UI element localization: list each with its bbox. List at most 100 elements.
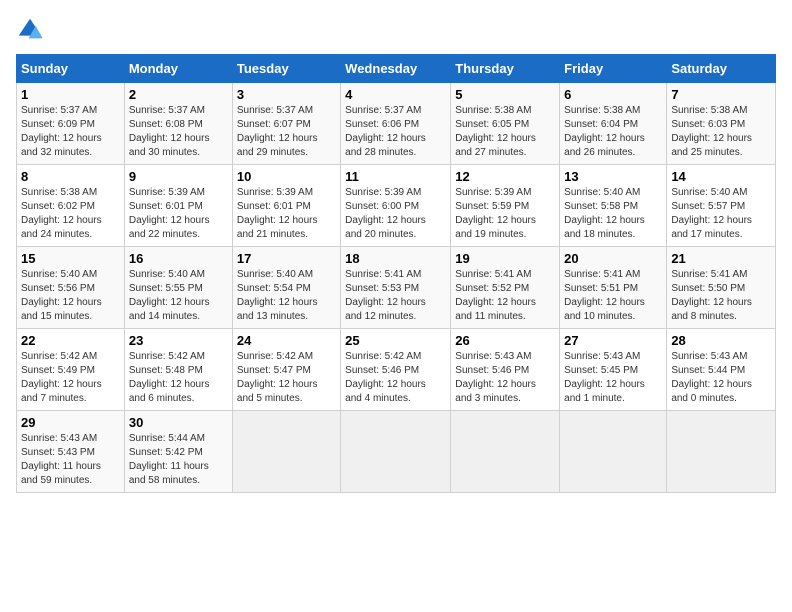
- day-number: 1: [21, 87, 120, 102]
- calendar-day-cell: 21Sunrise: 5:41 AM Sunset: 5:50 PM Dayli…: [667, 247, 776, 329]
- day-info: Sunrise: 5:39 AM Sunset: 6:00 PM Dayligh…: [345, 186, 446, 242]
- day-number: 20: [564, 251, 662, 266]
- calendar-day-cell: 12Sunrise: 5:39 AM Sunset: 5:59 PM Dayli…: [451, 165, 560, 247]
- calendar-day-cell: 5 Sunrise: 5:38 AM Sunset: 6:05 PM Daylig…: [451, 83, 560, 165]
- calendar-day-cell: 25 Sunrise: 5:42 AM Sunset: 5:46 PM Dayli…: [341, 329, 451, 411]
- day-number: 27: [564, 333, 662, 348]
- day-number: 16: [129, 251, 228, 266]
- calendar-day-cell: 24 Sunrise: 5:42 AM Sunset: 5:47 PM Dayli…: [232, 329, 340, 411]
- day-info: Sunrise: 5:40 AM Sunset: 5:56 PM Dayligh…: [21, 268, 120, 324]
- day-number: 23: [129, 333, 228, 348]
- day-info: Sunrise: 5:38 AM Sunset: 6:02 PM Dayligh…: [21, 186, 120, 242]
- calendar-day-cell: 16Sunrise: 5:40 AM Sunset: 5:55 PM Dayli…: [124, 247, 232, 329]
- calendar-day-cell: [451, 411, 560, 493]
- day-info: Sunrise: 5:43 AM Sunset: 5:46 PM Dayligh…: [455, 350, 555, 406]
- col-header-tuesday: Tuesday: [232, 55, 340, 83]
- col-header-sunday: Sunday: [17, 55, 125, 83]
- calendar-day-cell: 26 Sunrise: 5:43 AM Sunset: 5:46 PM Dayli…: [451, 329, 560, 411]
- calendar-day-cell: 4 Sunrise: 5:37 AM Sunset: 6:06 PM Daylig…: [341, 83, 451, 165]
- calendar-table: SundayMondayTuesdayWednesdayThursdayFrid…: [16, 54, 776, 493]
- day-number: 10: [237, 169, 336, 184]
- calendar-day-cell: 18 Sunrise: 5:41 AM Sunset: 5:53 PM Dayli…: [341, 247, 451, 329]
- calendar-week-row: 22 Sunrise: 5:42 AM Sunset: 5:49 PM Dayli…: [17, 329, 776, 411]
- calendar-day-cell: 3Sunrise: 5:37 AM Sunset: 6:07 PM Daylig…: [232, 83, 340, 165]
- day-number: 29: [21, 415, 120, 430]
- day-info: Sunrise: 5:40 AM Sunset: 5:57 PM Dayligh…: [671, 186, 771, 242]
- day-info: Sunrise: 5:39 AM Sunset: 6:01 PM Dayligh…: [129, 186, 228, 242]
- day-number: 19: [455, 251, 555, 266]
- calendar-week-row: 1 Sunrise: 5:37 AM Sunset: 6:09 PM Daylig…: [17, 83, 776, 165]
- calendar-day-cell: 9Sunrise: 5:39 AM Sunset: 6:01 PM Daylig…: [124, 165, 232, 247]
- col-header-monday: Monday: [124, 55, 232, 83]
- calendar-day-cell: 29 Sunrise: 5:43 AM Sunset: 5:43 PM Dayli…: [17, 411, 125, 493]
- calendar-day-cell: 2 Sunrise: 5:37 AM Sunset: 6:08 PM Daylig…: [124, 83, 232, 165]
- calendar-day-cell: 27 Sunrise: 5:43 AM Sunset: 5:45 PM Dayli…: [560, 329, 667, 411]
- logo: [16, 16, 48, 44]
- calendar-day-cell: 28 Sunrise: 5:43 AM Sunset: 5:44 PM Dayli…: [667, 329, 776, 411]
- day-number: 7: [671, 87, 771, 102]
- calendar-day-cell: 23 Sunrise: 5:42 AM Sunset: 5:48 PM Dayli…: [124, 329, 232, 411]
- day-info: Sunrise: 5:41 AM Sunset: 5:53 PM Dayligh…: [345, 268, 446, 324]
- day-info: Sunrise: 5:38 AM Sunset: 6:05 PM Dayligh…: [455, 104, 555, 160]
- calendar-day-cell: 10 Sunrise: 5:39 AM Sunset: 6:01 PM Dayli…: [232, 165, 340, 247]
- day-info: Sunrise: 5:37 AM Sunset: 6:06 PM Dayligh…: [345, 104, 446, 160]
- day-number: 6: [564, 87, 662, 102]
- day-number: 2: [129, 87, 228, 102]
- day-number: 17: [237, 251, 336, 266]
- day-info: Sunrise: 5:37 AM Sunset: 6:07 PM Dayligh…: [237, 104, 336, 160]
- day-number: 25: [345, 333, 446, 348]
- day-number: 21: [671, 251, 771, 266]
- day-number: 26: [455, 333, 555, 348]
- calendar-day-cell: 8Sunrise: 5:38 AM Sunset: 6:02 PM Daylig…: [17, 165, 125, 247]
- day-info: Sunrise: 5:40 AM Sunset: 5:54 PM Dayligh…: [237, 268, 336, 324]
- day-number: 28: [671, 333, 771, 348]
- day-number: 14: [671, 169, 771, 184]
- calendar-week-row: 8Sunrise: 5:38 AM Sunset: 6:02 PM Daylig…: [17, 165, 776, 247]
- day-info: Sunrise: 5:43 AM Sunset: 5:44 PM Dayligh…: [671, 350, 771, 406]
- day-number: 18: [345, 251, 446, 266]
- day-info: Sunrise: 5:42 AM Sunset: 5:47 PM Dayligh…: [237, 350, 336, 406]
- calendar-day-cell: 13 Sunrise: 5:40 AM Sunset: 5:58 PM Dayli…: [560, 165, 667, 247]
- calendar-week-row: 15Sunrise: 5:40 AM Sunset: 5:56 PM Dayli…: [17, 247, 776, 329]
- col-header-friday: Friday: [560, 55, 667, 83]
- calendar-day-cell: 1 Sunrise: 5:37 AM Sunset: 6:09 PM Daylig…: [17, 83, 125, 165]
- day-info: Sunrise: 5:43 AM Sunset: 5:45 PM Dayligh…: [564, 350, 662, 406]
- day-number: 30: [129, 415, 228, 430]
- day-info: Sunrise: 5:37 AM Sunset: 6:09 PM Dayligh…: [21, 104, 120, 160]
- day-number: 11: [345, 169, 446, 184]
- calendar-day-cell: 15Sunrise: 5:40 AM Sunset: 5:56 PM Dayli…: [17, 247, 125, 329]
- day-number: 13: [564, 169, 662, 184]
- day-info: Sunrise: 5:42 AM Sunset: 5:49 PM Dayligh…: [21, 350, 120, 406]
- day-number: 12: [455, 169, 555, 184]
- calendar-day-cell: [667, 411, 776, 493]
- calendar-day-cell: [560, 411, 667, 493]
- day-info: Sunrise: 5:42 AM Sunset: 5:46 PM Dayligh…: [345, 350, 446, 406]
- day-number: 24: [237, 333, 336, 348]
- day-number: 5: [455, 87, 555, 102]
- calendar-day-cell: 14 Sunrise: 5:40 AM Sunset: 5:57 PM Dayli…: [667, 165, 776, 247]
- day-number: 4: [345, 87, 446, 102]
- col-header-thursday: Thursday: [451, 55, 560, 83]
- calendar-header-row: SundayMondayTuesdayWednesdayThursdayFrid…: [17, 55, 776, 83]
- day-info: Sunrise: 5:44 AM Sunset: 5:42 PM Dayligh…: [129, 432, 228, 488]
- calendar-day-cell: 19Sunrise: 5:41 AM Sunset: 5:52 PM Dayli…: [451, 247, 560, 329]
- calendar-day-cell: [341, 411, 451, 493]
- day-info: Sunrise: 5:40 AM Sunset: 5:58 PM Dayligh…: [564, 186, 662, 242]
- col-header-saturday: Saturday: [667, 55, 776, 83]
- logo-icon: [16, 16, 44, 44]
- day-info: Sunrise: 5:38 AM Sunset: 6:03 PM Dayligh…: [671, 104, 771, 160]
- calendar-day-cell: 20 Sunrise: 5:41 AM Sunset: 5:51 PM Dayli…: [560, 247, 667, 329]
- day-info: Sunrise: 5:37 AM Sunset: 6:08 PM Dayligh…: [129, 104, 228, 160]
- day-number: 22: [21, 333, 120, 348]
- col-header-wednesday: Wednesday: [341, 55, 451, 83]
- day-info: Sunrise: 5:39 AM Sunset: 6:01 PM Dayligh…: [237, 186, 336, 242]
- calendar-day-cell: 30 Sunrise: 5:44 AM Sunset: 5:42 PM Dayli…: [124, 411, 232, 493]
- calendar-day-cell: 17 Sunrise: 5:40 AM Sunset: 5:54 PM Dayli…: [232, 247, 340, 329]
- day-info: Sunrise: 5:43 AM Sunset: 5:43 PM Dayligh…: [21, 432, 120, 488]
- calendar-day-cell: 6Sunrise: 5:38 AM Sunset: 6:04 PM Daylig…: [560, 83, 667, 165]
- day-info: Sunrise: 5:42 AM Sunset: 5:48 PM Dayligh…: [129, 350, 228, 406]
- calendar-week-row: 29 Sunrise: 5:43 AM Sunset: 5:43 PM Dayli…: [17, 411, 776, 493]
- page-header: [16, 16, 776, 44]
- calendar-day-cell: 11 Sunrise: 5:39 AM Sunset: 6:00 PM Dayli…: [341, 165, 451, 247]
- day-info: Sunrise: 5:41 AM Sunset: 5:51 PM Dayligh…: [564, 268, 662, 324]
